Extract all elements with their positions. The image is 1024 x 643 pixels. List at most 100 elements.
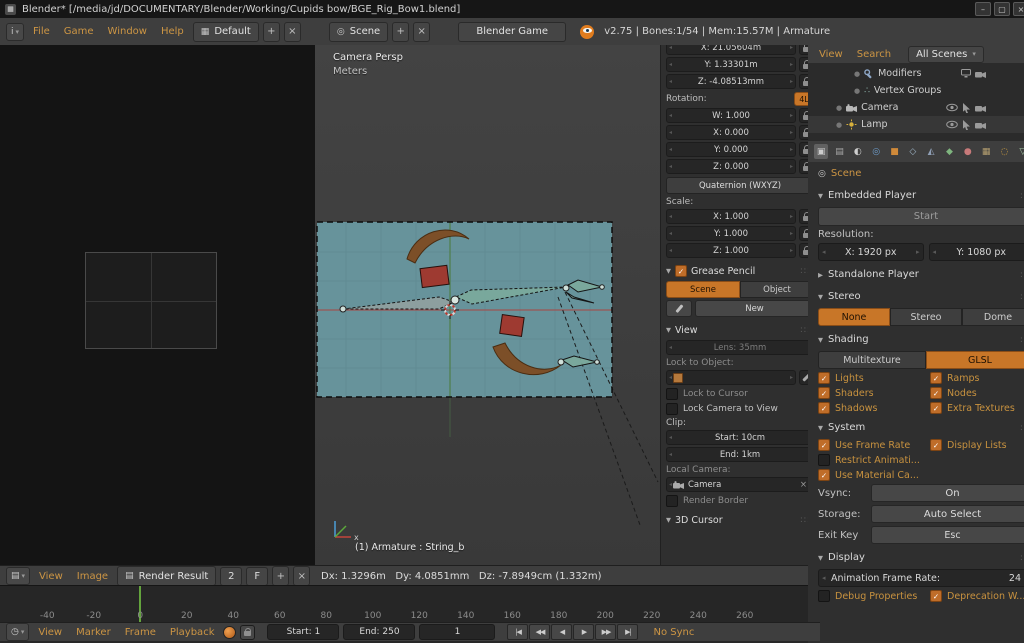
shading-multitexture-button[interactable]: Multitexture [818,351,926,369]
scene-selector[interactable]: ◎ Scene [329,22,388,42]
shadows-checkbox[interactable]: ✓ [818,402,830,414]
stereo-none-button[interactable]: None [818,308,890,326]
timeline-ruler[interactable]: -40-20 020 4060 80100 120140 160180 2002… [0,585,808,623]
render-toggle-camera-icon[interactable] [975,121,986,129]
menu-help[interactable]: Help [156,26,189,37]
clear-camera-icon[interactable]: × [800,480,807,490]
panel-drag-dots[interactable]: :::: [1020,553,1024,563]
lock-object-field[interactable] [666,370,796,385]
new-image-button[interactable]: + [272,566,289,586]
use-frame-rate-checkbox[interactable]: ✓ [818,439,830,451]
image-datablock-selector[interactable]: ▤ Render Result [117,566,216,586]
restrict-animation-checkbox[interactable] [818,454,830,466]
outliner-item-vertex-groups[interactable]: ● ∴ Vertex Groups [808,82,1024,99]
rotation-mode-select[interactable]: Quaternion (WXYZ) [666,177,814,194]
lock-camera-to-view-checkbox[interactable] [666,403,678,415]
jump-to-start-button[interactable]: |◀ [507,624,528,640]
image-editor-canvas[interactable] [0,45,316,565]
storage-select[interactable]: Auto Select [871,505,1024,523]
location-x-field[interactable]: X: 21.05604m [666,45,796,55]
gp-draw-button[interactable] [666,300,692,317]
prev-keyframe-button[interactable]: ◀◀ [529,624,550,640]
minimize-button[interactable]: – [975,2,991,16]
next-keyframe-button[interactable]: ▶▶ [595,624,616,640]
props-tab-object[interactable]: ■ [887,144,901,159]
render-border-checkbox[interactable] [666,495,678,507]
gp-object-button[interactable]: Object [740,281,814,298]
shading-panel-header[interactable]: ▼ Shading :::: [818,331,1024,348]
rotation-z-field[interactable]: Z: 0.000 [666,159,796,174]
nodes-checkbox[interactable]: ✓ [930,387,942,399]
lock-button[interactable] [240,625,255,640]
outliner-filter-select[interactable]: All Scenes ▾ [908,46,984,63]
play-reverse-button[interactable]: ◀ [551,624,572,640]
clip-end-field[interactable]: End: 1km [666,447,814,462]
menu-playback[interactable]: Playback [165,627,220,638]
rotation-y-field[interactable]: Y: 0.000 [666,142,796,157]
render-engine-select[interactable]: Blender Game [458,22,566,42]
props-tab-render[interactable]: ▣ [814,144,828,159]
outliner-item-lamp[interactable]: ● Lamp [808,116,1024,133]
menu-marker[interactable]: Marker [71,627,116,638]
exit-key-field[interactable]: Esc [871,526,1024,544]
eye-icon[interactable] [946,103,958,112]
props-tab-modifiers[interactable]: ◭ [924,144,938,159]
use-material-caching-checkbox[interactable]: ✓ [818,469,830,481]
unlink-image-button[interactable]: × [293,566,310,586]
shaders-checkbox[interactable]: ✓ [818,387,830,399]
props-tab-constraints[interactable]: ◇ [906,144,920,159]
gp-new-layer-button[interactable]: New [695,300,814,317]
cursor-arrow-icon[interactable] [962,120,971,130]
menu-window[interactable]: Window [103,26,152,37]
rotation-x-field[interactable]: X: 0.000 [666,125,796,140]
fake-user-button[interactable]: F [246,567,268,586]
jump-to-end-button[interactable]: ▶| [617,624,638,640]
add-layout-button[interactable]: + [263,22,280,42]
panel-drag-dots[interactable]: :::: [1020,335,1024,345]
scale-z-field[interactable]: Z: 1.000 [666,243,796,258]
location-z-field[interactable]: Z: -4.08513mm [666,74,796,89]
play-button[interactable]: ▶ [573,624,594,640]
lights-checkbox[interactable]: ✓ [818,372,830,384]
resolution-y-field[interactable]: Y: 1080 px [929,243,1024,261]
debug-properties-checkbox[interactable] [818,590,830,602]
maximize-button[interactable]: ▢ [994,2,1010,16]
screen-layout-selector[interactable]: ▦ Default [193,22,259,42]
clip-start-field[interactable]: Start: 10cm [666,430,814,445]
system-panel-header[interactable]: ▼ System :::: [818,419,1024,436]
deprecation-warnings-checkbox[interactable]: ✓ [930,590,942,602]
scale-y-field[interactable]: Y: 1.000 [666,226,796,241]
cursor-arrow-icon[interactable] [962,103,971,113]
gp-scene-button[interactable]: Scene [666,281,740,298]
delete-layout-button[interactable]: × [284,22,301,42]
editor-type-button-timeline[interactable]: ◷ ▾ [6,623,29,641]
lens-field[interactable]: Lens: 35mm [666,340,814,355]
frame-end-field[interactable]: End: 250 [343,624,415,640]
vsync-select[interactable]: On [871,484,1024,502]
props-tab-world[interactable]: ◎ [869,144,883,159]
panel-drag-dots[interactable]: :::: [1020,292,1024,302]
animation-frame-rate-field[interactable]: Animation Frame Rate: 24 [818,569,1024,587]
standalone-player-panel-header[interactable]: ▶ Standalone Player :::: [818,266,1024,283]
grease-pencil-checkbox[interactable]: ✓ [675,265,687,277]
autokey-record-icon[interactable] [223,626,236,639]
display-lists-checkbox[interactable]: ✓ [930,439,942,451]
view-panel-header[interactable]: ▼ View :::: [666,322,814,338]
outliner-item-modifiers[interactable]: ● Modifiers [808,65,1024,82]
viewport-3d[interactable]: x Camera Persp Meters (1) Armature : Str… [315,45,660,565]
display-panel-header[interactable]: ▼ Display :::: [818,549,1024,566]
extra-textures-checkbox[interactable]: ✓ [930,402,942,414]
lock-to-cursor-checkbox[interactable] [666,388,678,400]
menu-frame[interactable]: Frame [120,627,161,638]
stereo-stereo-button[interactable]: Stereo [890,308,962,326]
panel-drag-dots[interactable]: :::: [1020,270,1024,280]
editor-type-button-image[interactable]: ▤ ▾ [6,567,30,585]
render-toggle-camera-icon[interactable] [975,70,986,78]
sync-mode-select[interactable]: No Sync [648,627,699,638]
menu-view-timeline[interactable]: View [33,627,67,638]
start-player-button[interactable]: Start [818,207,1024,226]
properties-body[interactable]: ◎ Scene ▼ Embedded Player :::: Start Res… [808,162,1024,643]
menu-file[interactable]: File [28,26,55,37]
stereo-dome-button[interactable]: Dome [962,308,1024,326]
props-tab-particles[interactable]: ▽ [1016,144,1024,159]
